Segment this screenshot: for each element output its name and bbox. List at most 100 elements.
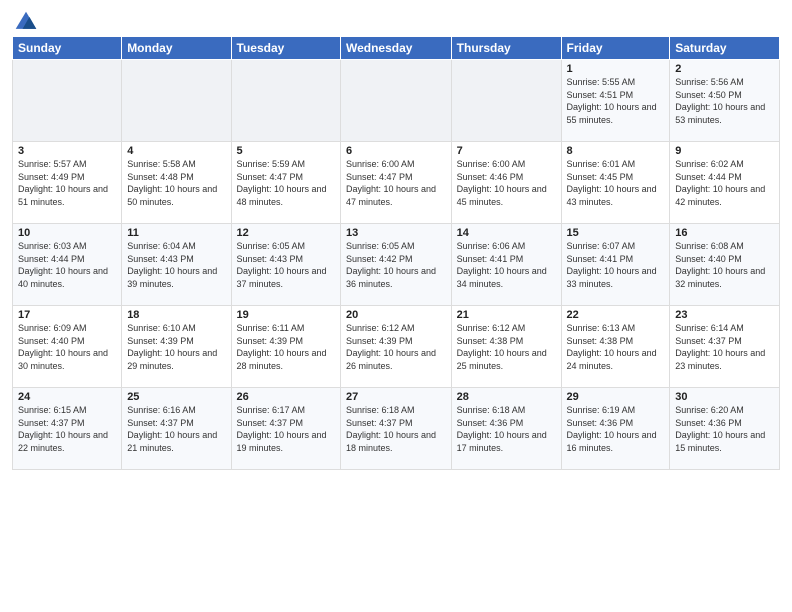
day-info: Sunrise: 6:17 AM Sunset: 4:37 PM Dayligh… (237, 404, 335, 454)
calendar-week-4: 24Sunrise: 6:15 AM Sunset: 4:37 PM Dayli… (13, 388, 780, 470)
day-info: Sunrise: 6:16 AM Sunset: 4:37 PM Dayligh… (127, 404, 225, 454)
calendar-cell: 24Sunrise: 6:15 AM Sunset: 4:37 PM Dayli… (13, 388, 122, 470)
day-number: 18 (127, 309, 225, 321)
day-info: Sunrise: 5:58 AM Sunset: 4:48 PM Dayligh… (127, 158, 225, 208)
day-info: Sunrise: 6:20 AM Sunset: 4:36 PM Dayligh… (675, 404, 774, 454)
day-number: 25 (127, 391, 225, 403)
calendar-cell: 7Sunrise: 6:00 AM Sunset: 4:46 PM Daylig… (451, 142, 561, 224)
day-number: 8 (567, 145, 665, 157)
day-info: Sunrise: 6:08 AM Sunset: 4:40 PM Dayligh… (675, 240, 774, 290)
calendar-cell: 18Sunrise: 6:10 AM Sunset: 4:39 PM Dayli… (122, 306, 231, 388)
calendar-cell: 20Sunrise: 6:12 AM Sunset: 4:39 PM Dayli… (340, 306, 451, 388)
day-number: 4 (127, 145, 225, 157)
calendar-cell: 17Sunrise: 6:09 AM Sunset: 4:40 PM Dayli… (13, 306, 122, 388)
calendar-cell: 2Sunrise: 5:56 AM Sunset: 4:50 PM Daylig… (670, 60, 780, 142)
calendar-cell (13, 60, 122, 142)
col-header-wednesday: Wednesday (340, 37, 451, 60)
day-number: 2 (675, 63, 774, 75)
day-info: Sunrise: 6:00 AM Sunset: 4:47 PM Dayligh… (346, 158, 446, 208)
day-number: 23 (675, 309, 774, 321)
day-number: 3 (18, 145, 116, 157)
day-info: Sunrise: 5:55 AM Sunset: 4:51 PM Dayligh… (567, 76, 665, 126)
day-number: 17 (18, 309, 116, 321)
day-info: Sunrise: 6:13 AM Sunset: 4:38 PM Dayligh… (567, 322, 665, 372)
day-number: 6 (346, 145, 446, 157)
calendar-cell: 26Sunrise: 6:17 AM Sunset: 4:37 PM Dayli… (231, 388, 340, 470)
calendar-cell: 8Sunrise: 6:01 AM Sunset: 4:45 PM Daylig… (561, 142, 670, 224)
day-number: 13 (346, 227, 446, 239)
day-number: 14 (457, 227, 556, 239)
calendar-cell: 13Sunrise: 6:05 AM Sunset: 4:42 PM Dayli… (340, 224, 451, 306)
day-number: 29 (567, 391, 665, 403)
calendar-cell: 29Sunrise: 6:19 AM Sunset: 4:36 PM Dayli… (561, 388, 670, 470)
col-header-saturday: Saturday (670, 37, 780, 60)
calendar-cell: 30Sunrise: 6:20 AM Sunset: 4:36 PM Dayli… (670, 388, 780, 470)
calendar-cell: 19Sunrise: 6:11 AM Sunset: 4:39 PM Dayli… (231, 306, 340, 388)
calendar-cell: 16Sunrise: 6:08 AM Sunset: 4:40 PM Dayli… (670, 224, 780, 306)
calendar-cell: 12Sunrise: 6:05 AM Sunset: 4:43 PM Dayli… (231, 224, 340, 306)
calendar-cell: 28Sunrise: 6:18 AM Sunset: 4:36 PM Dayli… (451, 388, 561, 470)
day-info: Sunrise: 5:59 AM Sunset: 4:47 PM Dayligh… (237, 158, 335, 208)
day-number: 20 (346, 309, 446, 321)
day-number: 9 (675, 145, 774, 157)
calendar-cell: 23Sunrise: 6:14 AM Sunset: 4:37 PM Dayli… (670, 306, 780, 388)
day-info: Sunrise: 6:12 AM Sunset: 4:39 PM Dayligh… (346, 322, 446, 372)
day-info: Sunrise: 6:07 AM Sunset: 4:41 PM Dayligh… (567, 240, 665, 290)
calendar-week-0: 1Sunrise: 5:55 AM Sunset: 4:51 PM Daylig… (13, 60, 780, 142)
day-number: 22 (567, 309, 665, 321)
day-info: Sunrise: 5:56 AM Sunset: 4:50 PM Dayligh… (675, 76, 774, 126)
calendar-header-row: SundayMondayTuesdayWednesdayThursdayFrid… (13, 37, 780, 60)
calendar-cell: 22Sunrise: 6:13 AM Sunset: 4:38 PM Dayli… (561, 306, 670, 388)
day-info: Sunrise: 6:05 AM Sunset: 4:43 PM Dayligh… (237, 240, 335, 290)
day-info: Sunrise: 6:14 AM Sunset: 4:37 PM Dayligh… (675, 322, 774, 372)
day-info: Sunrise: 6:18 AM Sunset: 4:37 PM Dayligh… (346, 404, 446, 454)
calendar-week-2: 10Sunrise: 6:03 AM Sunset: 4:44 PM Dayli… (13, 224, 780, 306)
header (12, 10, 780, 30)
day-info: Sunrise: 6:12 AM Sunset: 4:38 PM Dayligh… (457, 322, 556, 372)
day-info: Sunrise: 6:04 AM Sunset: 4:43 PM Dayligh… (127, 240, 225, 290)
calendar-cell: 27Sunrise: 6:18 AM Sunset: 4:37 PM Dayli… (340, 388, 451, 470)
calendar-cell: 9Sunrise: 6:02 AM Sunset: 4:44 PM Daylig… (670, 142, 780, 224)
col-header-tuesday: Tuesday (231, 37, 340, 60)
calendar-week-3: 17Sunrise: 6:09 AM Sunset: 4:40 PM Dayli… (13, 306, 780, 388)
day-info: Sunrise: 5:57 AM Sunset: 4:49 PM Dayligh… (18, 158, 116, 208)
calendar-cell: 6Sunrise: 6:00 AM Sunset: 4:47 PM Daylig… (340, 142, 451, 224)
calendar-cell: 10Sunrise: 6:03 AM Sunset: 4:44 PM Dayli… (13, 224, 122, 306)
day-number: 24 (18, 391, 116, 403)
calendar-cell: 15Sunrise: 6:07 AM Sunset: 4:41 PM Dayli… (561, 224, 670, 306)
calendar-cell (231, 60, 340, 142)
calendar-cell: 4Sunrise: 5:58 AM Sunset: 4:48 PM Daylig… (122, 142, 231, 224)
day-number: 7 (457, 145, 556, 157)
day-number: 1 (567, 63, 665, 75)
day-info: Sunrise: 6:02 AM Sunset: 4:44 PM Dayligh… (675, 158, 774, 208)
col-header-monday: Monday (122, 37, 231, 60)
day-number: 28 (457, 391, 556, 403)
calendar-cell: 1Sunrise: 5:55 AM Sunset: 4:51 PM Daylig… (561, 60, 670, 142)
day-info: Sunrise: 6:09 AM Sunset: 4:40 PM Dayligh… (18, 322, 116, 372)
calendar-cell (451, 60, 561, 142)
day-number: 16 (675, 227, 774, 239)
calendar-cell: 11Sunrise: 6:04 AM Sunset: 4:43 PM Dayli… (122, 224, 231, 306)
day-number: 12 (237, 227, 335, 239)
day-number: 26 (237, 391, 335, 403)
calendar-cell: 5Sunrise: 5:59 AM Sunset: 4:47 PM Daylig… (231, 142, 340, 224)
day-info: Sunrise: 6:03 AM Sunset: 4:44 PM Dayligh… (18, 240, 116, 290)
col-header-friday: Friday (561, 37, 670, 60)
day-number: 5 (237, 145, 335, 157)
col-header-thursday: Thursday (451, 37, 561, 60)
calendar-week-1: 3Sunrise: 5:57 AM Sunset: 4:49 PM Daylig… (13, 142, 780, 224)
main-container: SundayMondayTuesdayWednesdayThursdayFrid… (0, 0, 792, 612)
calendar-cell: 25Sunrise: 6:16 AM Sunset: 4:37 PM Dayli… (122, 388, 231, 470)
calendar-table: SundayMondayTuesdayWednesdayThursdayFrid… (12, 36, 780, 470)
day-info: Sunrise: 6:11 AM Sunset: 4:39 PM Dayligh… (237, 322, 335, 372)
day-info: Sunrise: 6:18 AM Sunset: 4:36 PM Dayligh… (457, 404, 556, 454)
day-info: Sunrise: 6:00 AM Sunset: 4:46 PM Dayligh… (457, 158, 556, 208)
day-number: 19 (237, 309, 335, 321)
col-header-sunday: Sunday (13, 37, 122, 60)
day-number: 30 (675, 391, 774, 403)
day-info: Sunrise: 6:10 AM Sunset: 4:39 PM Dayligh… (127, 322, 225, 372)
day-info: Sunrise: 6:06 AM Sunset: 4:41 PM Dayligh… (457, 240, 556, 290)
calendar-cell (122, 60, 231, 142)
calendar-cell: 14Sunrise: 6:06 AM Sunset: 4:41 PM Dayli… (451, 224, 561, 306)
calendar-cell (340, 60, 451, 142)
